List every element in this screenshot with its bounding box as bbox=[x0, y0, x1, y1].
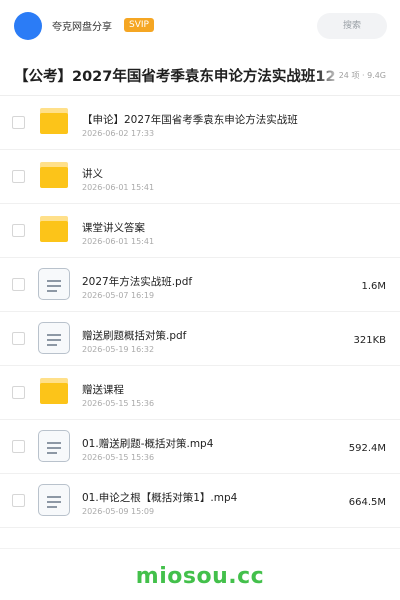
file-row[interactable]: 【申论】2027年国省考季袁东申论方法实战班 2026-06-02 17:33 bbox=[0, 96, 400, 150]
row-checkbox[interactable] bbox=[12, 440, 25, 453]
file-name[interactable]: 讲义 bbox=[82, 166, 103, 181]
file-row[interactable]: 赠送刷题概括对策.pdf 2026-05-19 16:32 321KB bbox=[0, 312, 400, 366]
document-icon bbox=[38, 484, 70, 516]
file-date: 2026-06-01 15:41 bbox=[82, 183, 155, 192]
file-size: 664.5M bbox=[348, 497, 386, 508]
svip-badge: SVIP bbox=[124, 18, 154, 32]
file-date: 2026-05-07 16:19 bbox=[82, 291, 155, 300]
folder-title-row: 【公考】2027年国省考季袁东申论方法实战班12 24 项 · 9.4G bbox=[0, 56, 400, 94]
file-row[interactable]: 01.申论之根【概括对策1】.mp4 2026-05-09 15:09 664.5M bbox=[0, 474, 400, 528]
row-checkbox[interactable] bbox=[12, 224, 25, 237]
folder-icon bbox=[40, 216, 68, 242]
file-name[interactable]: 01.申论之根【概括对策1】.mp4 bbox=[82, 490, 237, 505]
folder-icon bbox=[40, 378, 68, 404]
footer: miosou.cc bbox=[0, 548, 400, 600]
file-date: 2026-05-09 15:09 bbox=[82, 507, 155, 516]
file-name[interactable]: 赠送课程 bbox=[82, 382, 124, 397]
document-icon bbox=[38, 322, 70, 354]
row-checkbox[interactable] bbox=[12, 170, 25, 183]
file-row[interactable]: 01.赠送刷题-概括对策.mp4 2026-05-15 15:36 592.4M bbox=[0, 420, 400, 474]
row-checkbox[interactable] bbox=[12, 116, 25, 129]
file-name[interactable]: 课堂讲义答案 bbox=[82, 220, 145, 235]
share-name: 夸克网盘分享 bbox=[52, 22, 112, 33]
file-date: 2026-06-01 15:41 bbox=[82, 237, 155, 246]
folder-meta: 24 项 · 9.4G bbox=[334, 70, 386, 81]
file-name[interactable]: 赠送刷题概括对策.pdf bbox=[82, 328, 186, 343]
file-name[interactable]: 2027年方法实战班.pdf bbox=[82, 274, 192, 289]
file-row[interactable]: 课堂讲义答案 2026-06-01 15:41 bbox=[0, 204, 400, 258]
file-row[interactable]: 讲义 2026-06-01 15:41 bbox=[0, 150, 400, 204]
row-checkbox[interactable] bbox=[12, 278, 25, 291]
file-size: 592.4M bbox=[348, 443, 386, 454]
file-list: 【申论】2027年国省考季袁东申论方法实战班 2026-06-02 17:33 讲义… bbox=[0, 96, 400, 528]
folder-title: 【公考】2027年国省考季袁东申论方法实战班12 bbox=[14, 69, 336, 85]
site-brand[interactable]: miosou.cc bbox=[0, 564, 400, 589]
file-date: 2026-06-02 17:33 bbox=[82, 129, 155, 138]
file-size: 321KB bbox=[353, 335, 386, 346]
file-row[interactable]: 2027年方法实战班.pdf 2026-05-07 16:19 1.6M bbox=[0, 258, 400, 312]
folder-icon bbox=[40, 162, 68, 188]
share-header: 夸克网盘分享 SVIP 搜索 bbox=[0, 0, 400, 52]
search-button[interactable]: 搜索 bbox=[317, 13, 387, 39]
row-checkbox[interactable] bbox=[12, 494, 25, 507]
folder-icon bbox=[40, 108, 68, 134]
file-size: 1.6M bbox=[361, 281, 386, 292]
file-name[interactable]: 【申论】2027年国省考季袁东申论方法实战班 bbox=[82, 112, 298, 127]
file-date: 2026-05-19 16:32 bbox=[82, 345, 155, 354]
document-icon bbox=[38, 430, 70, 462]
document-icon bbox=[38, 268, 70, 300]
row-checkbox[interactable] bbox=[12, 332, 25, 345]
file-row[interactable]: 赠送课程 2026-05-15 15:36 bbox=[0, 366, 400, 420]
file-name[interactable]: 01.赠送刷题-概括对策.mp4 bbox=[82, 436, 213, 451]
row-checkbox[interactable] bbox=[12, 386, 25, 399]
avatar[interactable] bbox=[14, 12, 42, 40]
file-date: 2026-05-15 15:36 bbox=[82, 453, 155, 462]
file-date: 2026-05-15 15:36 bbox=[82, 399, 155, 408]
